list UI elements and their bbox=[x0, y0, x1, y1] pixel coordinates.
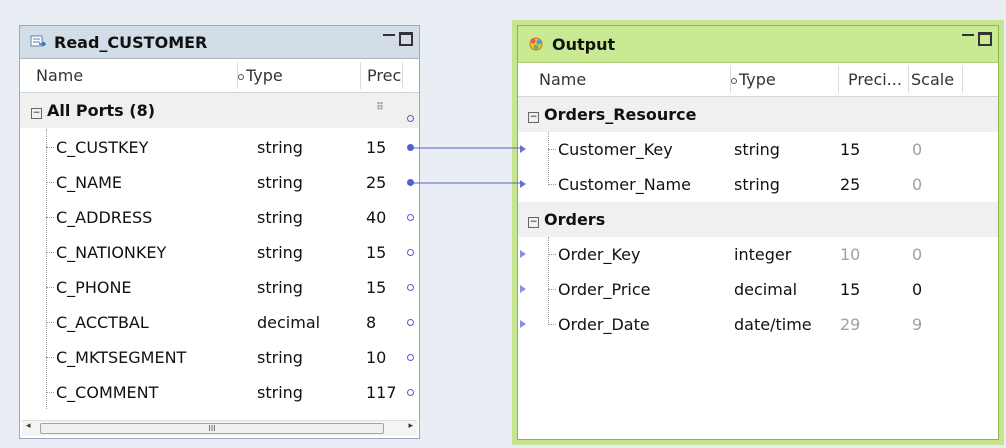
port-links bbox=[412, 147, 522, 184]
